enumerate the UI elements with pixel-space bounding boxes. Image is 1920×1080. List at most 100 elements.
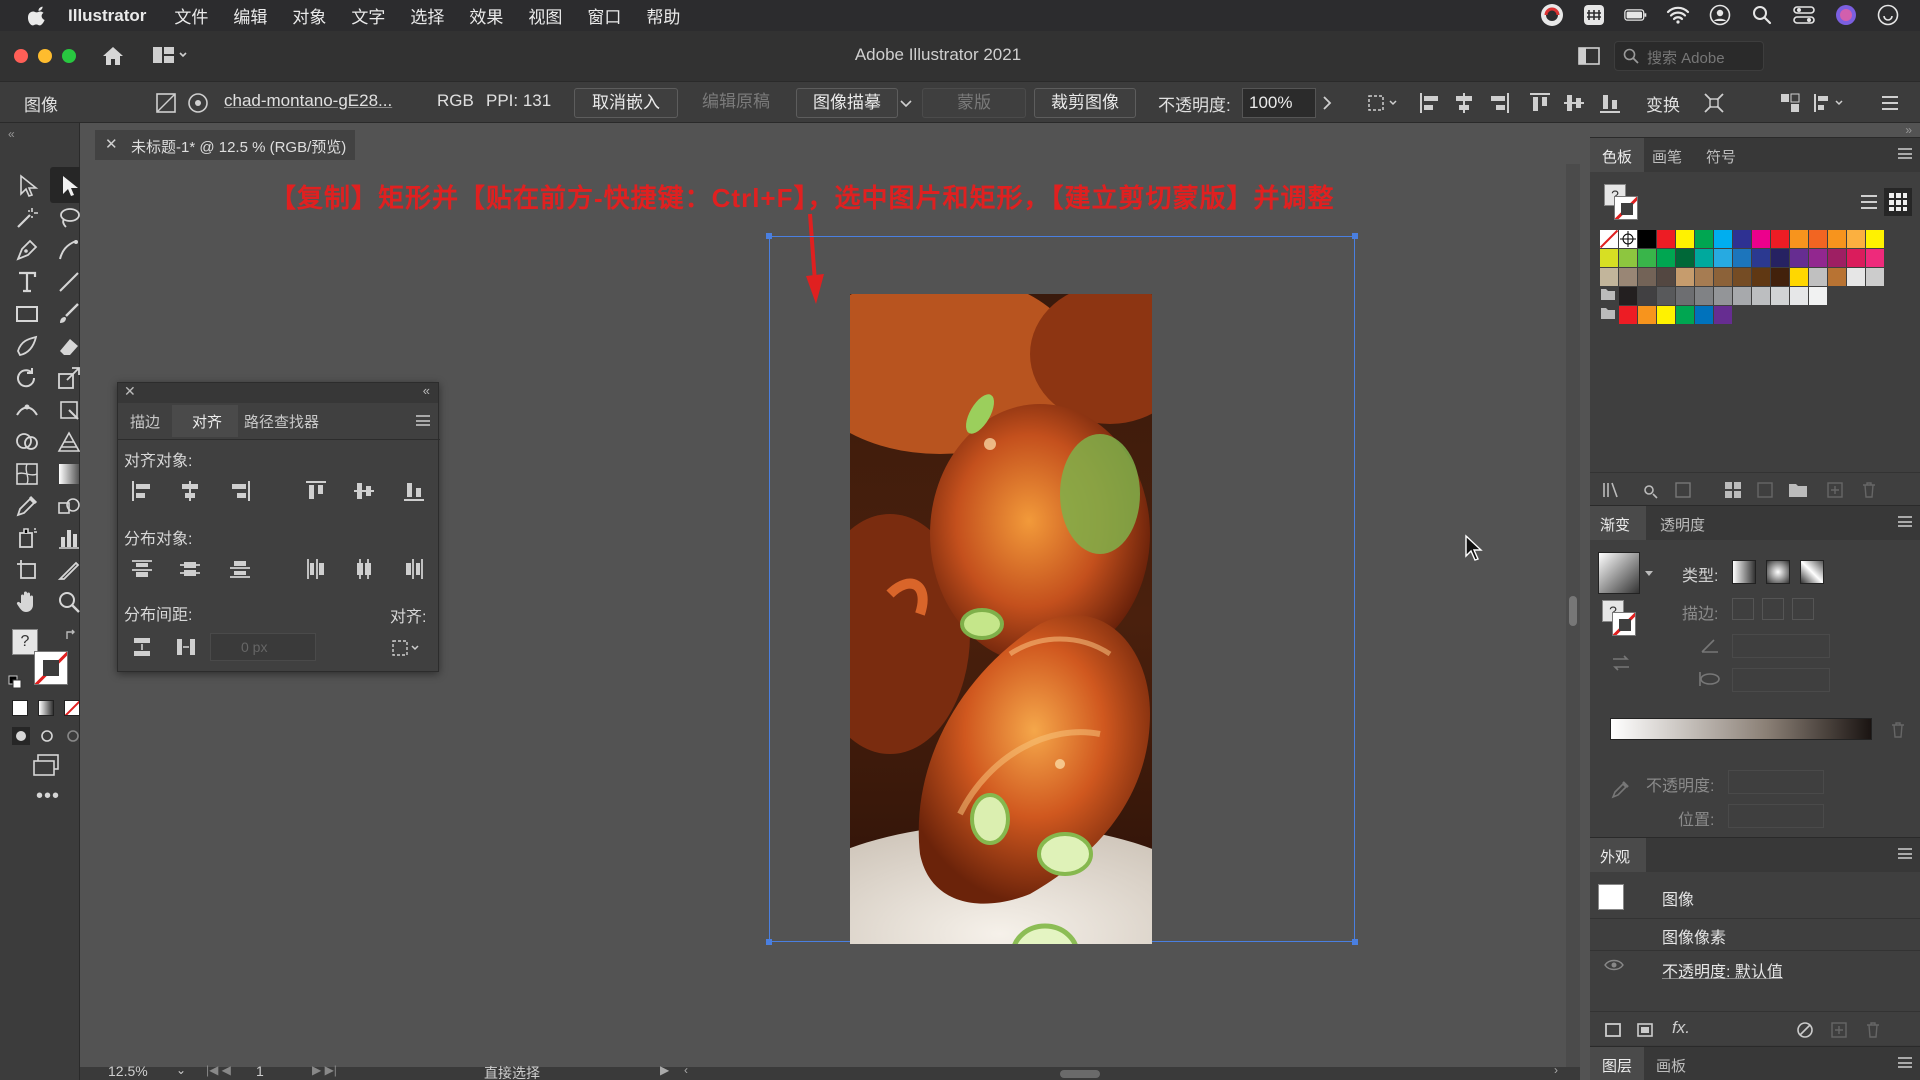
gradient-location-input[interactable]	[1728, 804, 1824, 828]
spacing-value-input[interactable]: 0 px	[210, 633, 316, 661]
tab-gradient[interactable]: 渐变	[1600, 514, 1630, 535]
color-swatch[interactable]	[1657, 230, 1675, 248]
collapse-align-panel-icon[interactable]: «	[423, 383, 430, 398]
draw-mode-icons[interactable]	[12, 727, 82, 745]
none-swatch[interactable]	[1599, 229, 1619, 249]
new-color-group-icon[interactable]	[1724, 481, 1742, 499]
swatch-group-folder-icon[interactable]	[1600, 287, 1618, 305]
color-swatch[interactable]	[1714, 268, 1732, 286]
transform-link[interactable]: 变换	[1646, 91, 1680, 116]
zoom-dropdown-icon[interactable]: ⌄	[176, 1063, 186, 1077]
align-right-icon[interactable]	[1487, 91, 1511, 115]
duplicate-item-icon[interactable]	[1830, 1021, 1848, 1039]
color-swatch[interactable]	[1600, 268, 1618, 286]
color-swatch[interactable]	[1638, 306, 1656, 324]
distribute-dropdown-icon[interactable]	[1812, 91, 1848, 115]
color-swatch[interactable]	[1619, 287, 1637, 305]
selection-handle-bl[interactable]	[766, 939, 772, 945]
new-swatch-icon[interactable]	[1826, 481, 1844, 499]
grid-view-icon[interactable]	[1888, 192, 1908, 212]
align-horizontal-center-icon[interactable]	[1452, 91, 1476, 115]
zoom-tool-icon[interactable]	[56, 589, 82, 615]
vertical-scrollbar[interactable]	[1566, 164, 1580, 1067]
battery-icon[interactable]	[1624, 3, 1648, 27]
stroke-within-button[interactable]	[1732, 598, 1754, 620]
color-swatch[interactable]	[1695, 249, 1713, 267]
color-swatch[interactable]	[1847, 249, 1865, 267]
color-swatch[interactable]	[1790, 268, 1808, 286]
color-swatch[interactable]	[1809, 249, 1827, 267]
slice-tool-icon[interactable]	[56, 557, 82, 583]
swap-fill-stroke-icon[interactable]	[64, 628, 78, 642]
swatch-options-icon[interactable]	[1674, 481, 1692, 499]
user-account-icon[interactable]	[1708, 3, 1732, 27]
color-swatch[interactable]	[1676, 230, 1694, 248]
linear-gradient-button[interactable]	[1732, 560, 1756, 584]
status-menu-arrow-icon[interactable]: ▶	[660, 1063, 669, 1077]
color-swatch[interactable]	[1809, 287, 1827, 305]
color-swatch[interactable]	[1847, 230, 1865, 248]
align-objects-hcenter-icon[interactable]	[178, 479, 202, 503]
eyedropper-tool-icon[interactable]	[14, 493, 40, 519]
add-new-fill-icon[interactable]	[1636, 1022, 1654, 1038]
collapse-toolbar-chevron-icon[interactable]: «	[8, 127, 15, 141]
swatches-panel-menu-icon[interactable]	[1898, 148, 1912, 159]
color-swatch[interactable]	[1600, 249, 1618, 267]
color-swatch[interactable]	[1638, 230, 1656, 248]
delete-swatch-icon[interactable]	[1860, 481, 1878, 499]
swatch-group-folder-icon[interactable]	[1600, 306, 1618, 324]
gradient-eyedropper-icon[interactable]	[1610, 778, 1632, 800]
menu-app-name[interactable]: Illustrator	[68, 6, 146, 26]
close-document-tab-icon[interactable]: ✕	[105, 135, 118, 153]
image-trace-button[interactable]: 图像描摹	[796, 88, 898, 118]
delete-item-icon[interactable]	[1864, 1021, 1882, 1039]
magic-wand-tool-icon[interactable]	[14, 205, 40, 231]
menu-select[interactable]: 选择	[410, 3, 444, 28]
width-tool-icon[interactable]	[14, 397, 40, 423]
distribute-bottom-icon[interactable]	[228, 557, 252, 581]
add-new-effect-button[interactable]: fx.	[1672, 1018, 1690, 1038]
color-swatch[interactable]	[1771, 287, 1789, 305]
appearance-row-image-pixels[interactable]: 图像像素	[1662, 924, 1726, 948]
gradient-mode-button[interactable]	[38, 700, 54, 716]
distribute-hcenter-icon[interactable]	[352, 557, 376, 581]
spotlight-search-icon[interactable]	[1750, 3, 1774, 27]
appearance-row-opacity[interactable]: 不透明度: 默认值	[1662, 958, 1783, 982]
free-transform-tool-icon[interactable]	[56, 397, 82, 423]
tab-stroke[interactable]: 描边	[130, 411, 160, 432]
control-bar-menu-icon[interactable]	[1878, 91, 1902, 115]
chicken-wings-photo[interactable]	[850, 294, 1152, 944]
color-swatch[interactable]	[1619, 306, 1637, 324]
align-panel-menu-icon[interactable]	[416, 415, 430, 426]
tab-swatches[interactable]: 色板	[1602, 146, 1632, 167]
shape-builder-tool-icon[interactable]	[14, 429, 40, 455]
gradient-stroke-indicator[interactable]	[1612, 612, 1636, 636]
color-swatch[interactable]	[1752, 249, 1770, 267]
color-swatch[interactable]	[1657, 287, 1675, 305]
scale-tool-icon[interactable]	[56, 365, 82, 391]
menu-help[interactable]: 帮助	[646, 3, 680, 28]
artboard-number-input[interactable]: 1	[256, 1063, 264, 1079]
tab-pathfinder[interactable]: 路径查找器	[244, 411, 319, 432]
align-to-selection-icon[interactable]	[1366, 91, 1400, 115]
color-swatch[interactable]	[1809, 268, 1827, 286]
swatch-libraries-icon[interactable]	[1602, 481, 1622, 499]
edit-toolbar-more-icon[interactable]: •••	[36, 785, 60, 808]
horizontal-scrollbar-thumb[interactable]	[1060, 1070, 1100, 1078]
color-swatch[interactable]	[1752, 268, 1770, 286]
creative-cloud-icon[interactable]	[1540, 3, 1564, 27]
blend-tool-icon[interactable]	[56, 493, 82, 519]
tab-artboards[interactable]: 画板	[1656, 1055, 1686, 1076]
color-swatch[interactable]	[1638, 249, 1656, 267]
control-center-icon[interactable]	[1792, 3, 1816, 27]
symbol-sprayer-tool-icon[interactable]	[14, 525, 40, 551]
swatches-stroke-indicator[interactable]	[1614, 196, 1638, 220]
align-objects-right-icon[interactable]	[228, 479, 252, 503]
edit-color-group-icon[interactable]	[1756, 481, 1774, 499]
menu-window[interactable]: 窗口	[587, 3, 621, 28]
color-swatch[interactable]	[1828, 268, 1846, 286]
mesh-tool-icon[interactable]	[14, 461, 40, 487]
color-swatch[interactable]	[1676, 287, 1694, 305]
selection-handle-br[interactable]	[1352, 939, 1358, 945]
stroke-across-button[interactable]	[1792, 598, 1814, 620]
